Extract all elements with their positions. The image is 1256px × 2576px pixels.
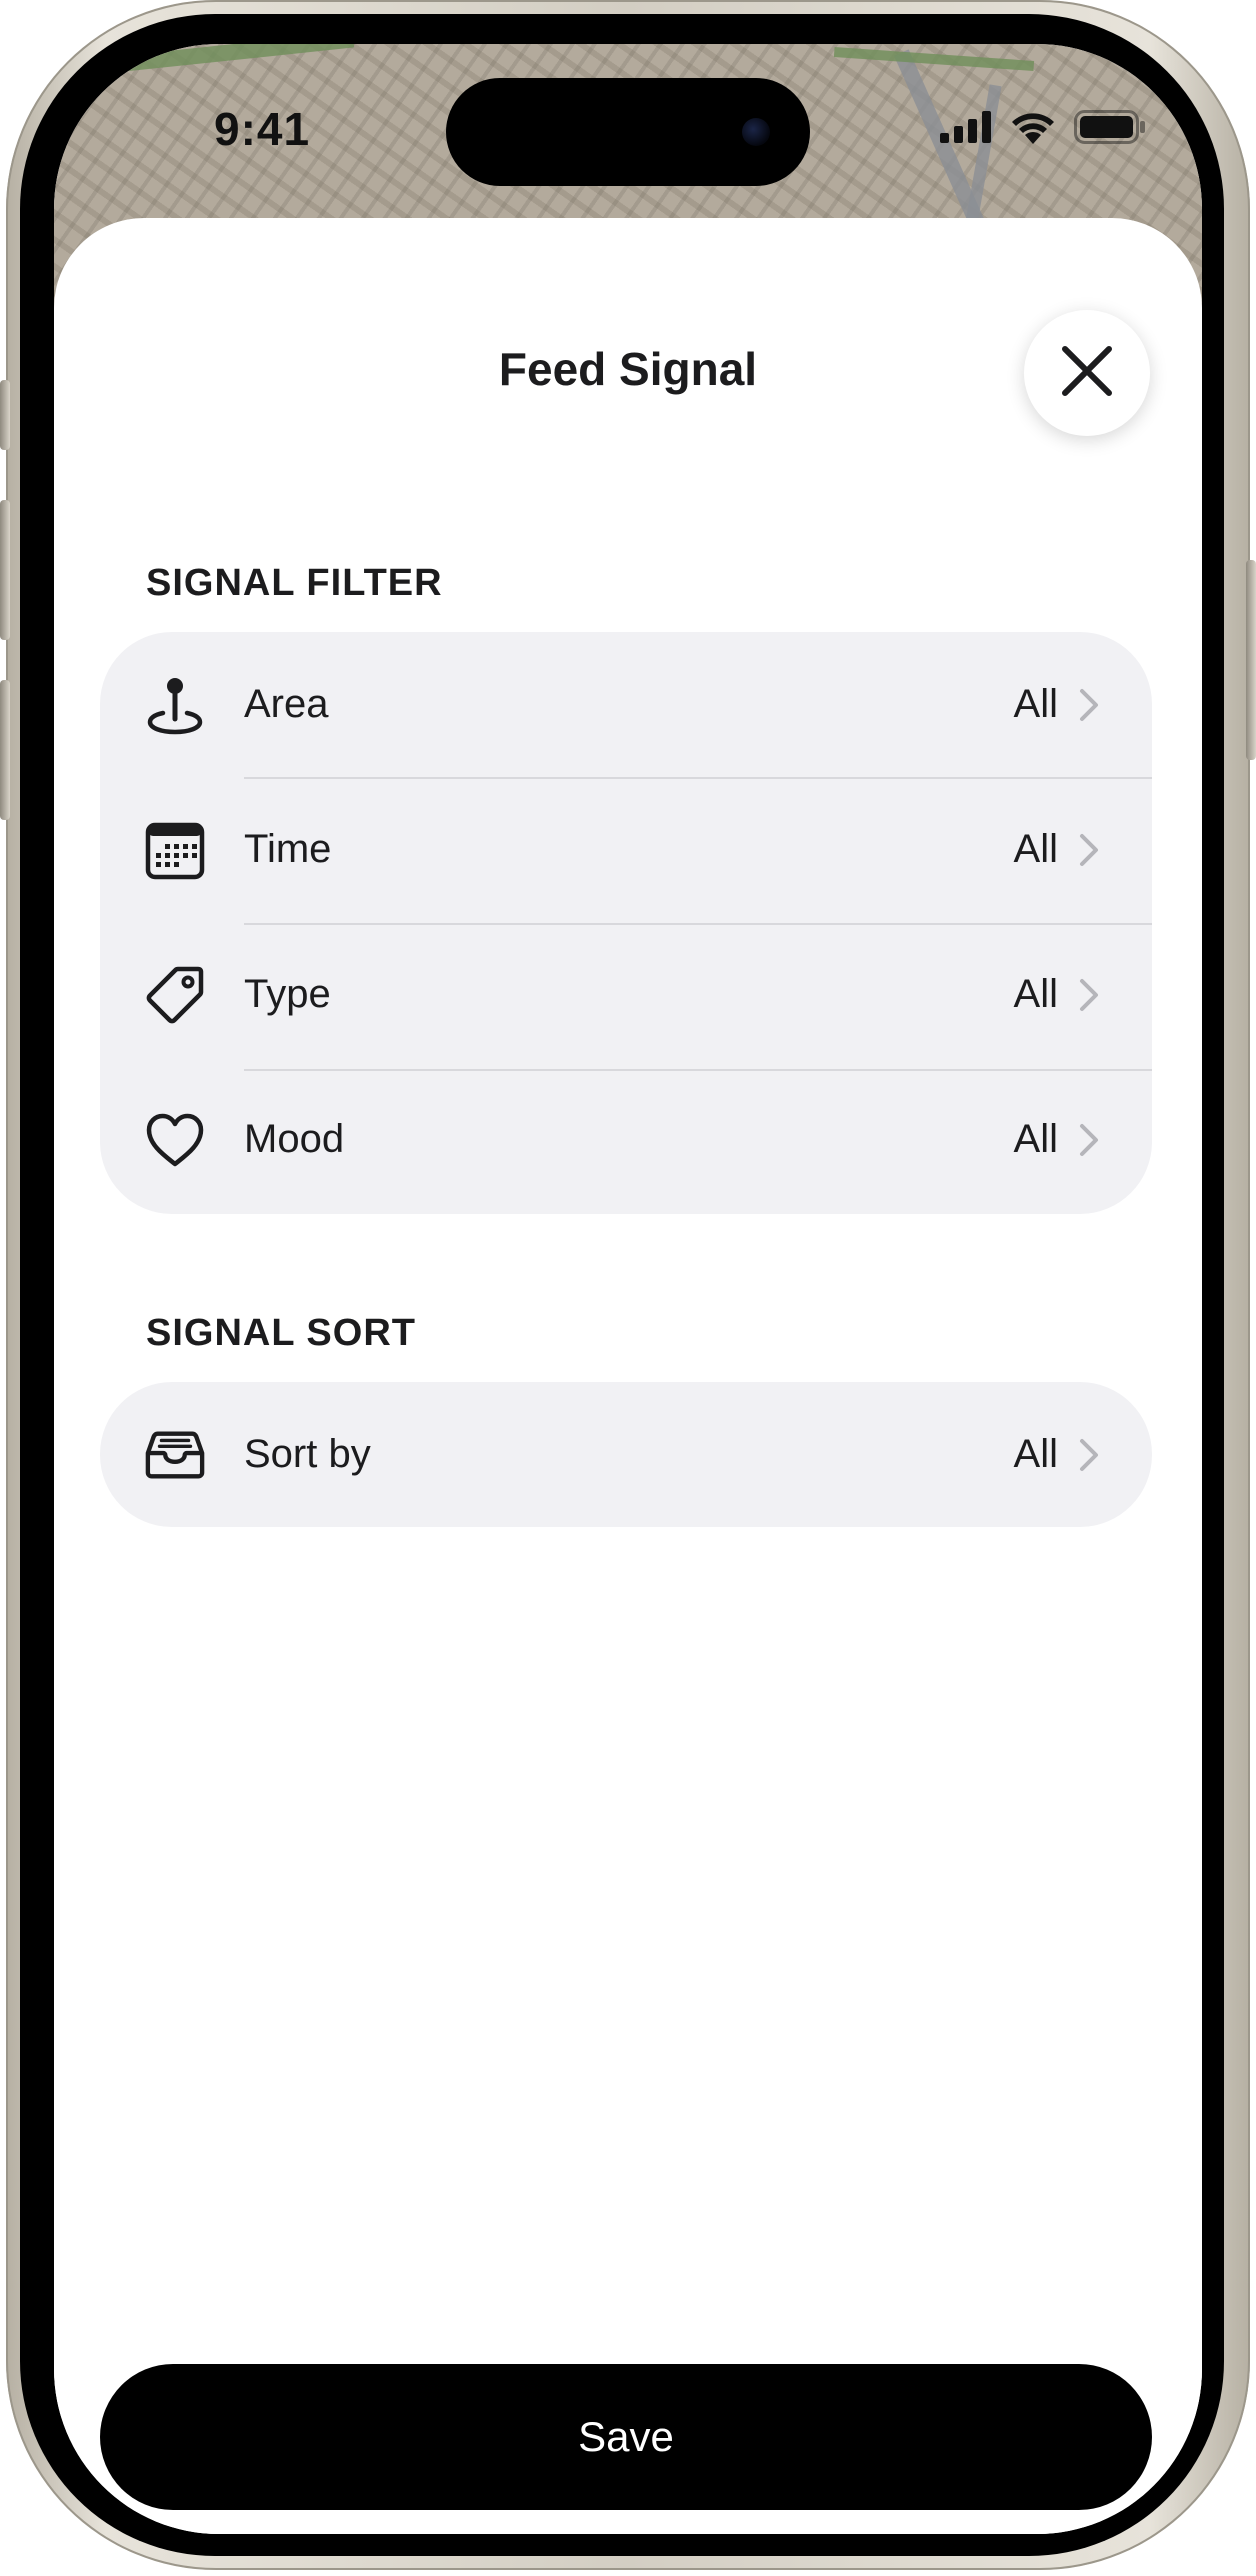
signal-sort-group: Sort by All <box>100 1382 1152 1527</box>
tray-icon <box>144 1424 206 1486</box>
filter-row-label: Area <box>244 682 329 726</box>
signal-filter-header: SIGNAL FILTER <box>146 562 443 604</box>
pin-icon <box>144 674 206 736</box>
filter-row-value: All <box>1013 827 1058 871</box>
chevron-right-icon <box>1078 978 1100 1012</box>
dynamic-island <box>446 78 810 186</box>
filter-row-label: Type <box>244 972 331 1016</box>
screen: 9:41 Feed Signal SIGNAL FILTER Area All … <box>54 44 1202 2534</box>
chevron-right-icon <box>1078 1438 1100 1472</box>
sort-row-value: All <box>1013 1432 1058 1476</box>
heart-icon <box>144 1109 206 1171</box>
volume-down-button <box>0 680 10 820</box>
volume-up-button <box>0 500 10 640</box>
action-button <box>0 380 10 450</box>
wifi-icon <box>1010 110 1056 149</box>
filter-row-label: Time <box>244 827 332 871</box>
filter-row-area[interactable]: Area All <box>100 632 1152 777</box>
device-mockup: 9:41 Feed Signal SIGNAL FILTER Area All … <box>0 0 1256 2576</box>
filter-row-value: All <box>1013 682 1058 726</box>
tag-icon <box>144 964 206 1026</box>
filter-row-value: All <box>1013 972 1058 1016</box>
power-button <box>1246 560 1256 760</box>
chevron-right-icon <box>1078 1123 1100 1157</box>
sort-row-sort-by[interactable]: Sort by All <box>100 1382 1152 1527</box>
close-icon <box>1059 343 1115 404</box>
feed-signal-sheet: Feed Signal SIGNAL FILTER Area All Time … <box>54 218 1202 2534</box>
chevron-right-icon <box>1078 833 1100 867</box>
chevron-right-icon <box>1078 688 1100 722</box>
status-time: 9:41 <box>214 103 311 155</box>
filter-row-label: Mood <box>244 1117 345 1161</box>
status-bar: 9:41 <box>54 44 1202 194</box>
cellular-signal-icon <box>940 111 992 148</box>
filter-row-value: All <box>1013 1117 1058 1161</box>
signal-sort-header: SIGNAL SORT <box>146 1312 416 1354</box>
save-button[interactable]: Save <box>100 2364 1152 2510</box>
sort-row-label: Sort by <box>244 1432 371 1476</box>
status-icons <box>940 110 1146 149</box>
filter-row-type[interactable]: Type All <box>100 922 1152 1067</box>
filter-row-time[interactable]: Time All <box>100 777 1152 922</box>
filter-row-mood[interactable]: Mood All <box>100 1067 1152 1212</box>
signal-filter-group: Area All Time All Type All Mood All <box>100 632 1152 1214</box>
front-camera <box>742 118 770 146</box>
close-button[interactable] <box>1024 310 1150 436</box>
calendar-icon <box>144 819 206 881</box>
battery-icon <box>1074 110 1146 149</box>
